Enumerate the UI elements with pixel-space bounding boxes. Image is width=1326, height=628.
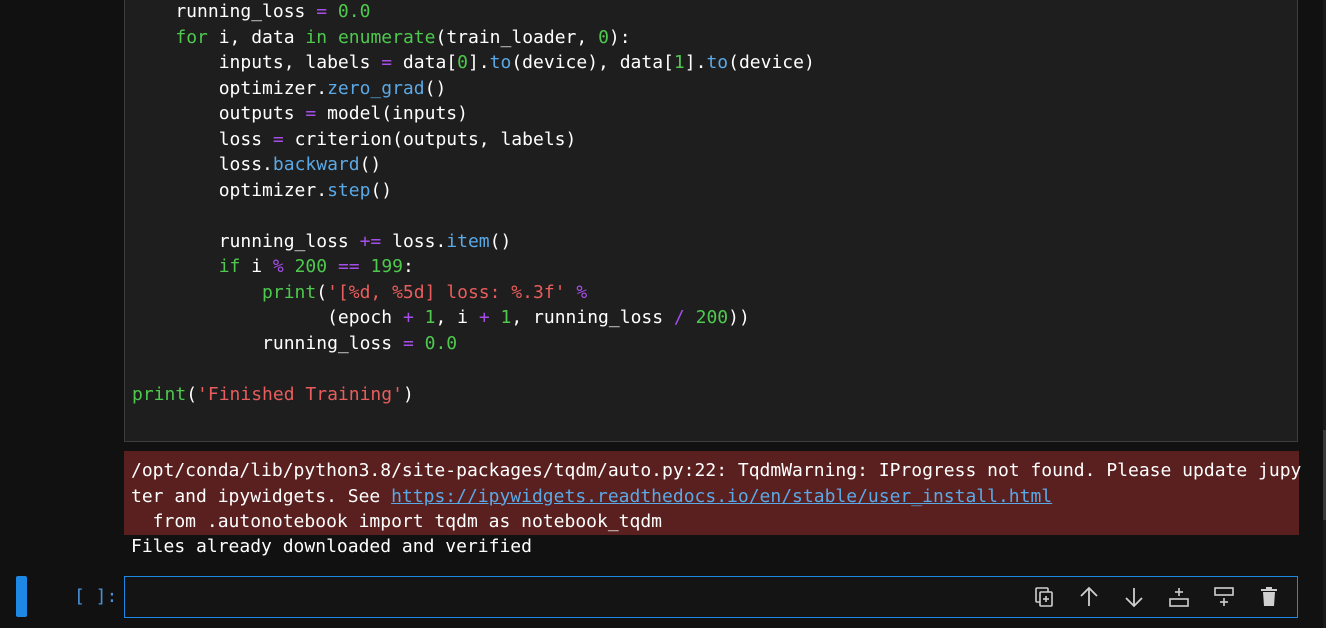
code-line: optimizer.step(): [132, 179, 393, 201]
duplicate-icon: [1035, 587, 1053, 607]
code-line: (epoch + 1, i + 1, running_loss / 200)): [132, 307, 750, 328]
code-line: running_loss = 0.0: [132, 1, 371, 22]
code-line: print('[%d, %5d] loss: %.3f' %: [262, 281, 588, 303]
code-line: running_loss += loss.item(): [132, 230, 512, 252]
trash-icon: [1261, 587, 1277, 606]
arrow-up-icon: [1080, 586, 1098, 606]
stderr-line: /opt/conda/lib/python3.8/site-packages/t…: [131, 460, 1302, 481]
delete-cell-button[interactable]: [1255, 583, 1283, 611]
move-down-button[interactable]: [1120, 583, 1148, 611]
cell-toolbar: [1030, 583, 1283, 611]
code-line: inputs, labels = data[0].to(device), dat…: [132, 52, 815, 73]
arrow-down-icon: [1125, 588, 1143, 608]
notebook-page: running_loss = 0.0 for i, data in enumer…: [0, 0, 1326, 628]
insert-below-icon: [1214, 587, 1234, 606]
stderr-line: ter and ipywidgets. See: [131, 485, 392, 507]
duplicate-cell-button[interactable]: [1030, 583, 1058, 611]
code-line: for i, data in enumerate(train_loader, 0…: [175, 26, 631, 48]
code-line: optimizer.zero_grad(): [132, 77, 447, 99]
install-docs-link[interactable]: https://ipywidgets.readthedocs.io/en/sta…: [391, 486, 1052, 507]
stdout-output: Files already downloaded and verified: [131, 536, 532, 557]
code-line: loss.backward(): [132, 154, 382, 175]
insert-below-button[interactable]: [1210, 583, 1238, 611]
code-editor[interactable]: running_loss = 0.0 for i, data in enumer…: [132, 0, 815, 407]
code-line: running_loss = 0.0: [132, 332, 458, 354]
stderr-output: /opt/conda/lib/python3.8/site-packages/t…: [124, 451, 1302, 535]
empty-code-cell[interactable]: [124, 576, 1298, 618]
code-line: if i % 200 == 199:: [218, 256, 414, 277]
cell-prompt: [ ]:: [74, 586, 118, 607]
insert-above-button[interactable]: [1165, 583, 1193, 611]
code-cell[interactable]: running_loss = 0.0 for i, data in enumer…: [124, 0, 1298, 442]
stderr-line: from .autonotebook import tqdm as notebo…: [131, 511, 663, 532]
insert-above-icon: [1169, 588, 1189, 607]
code-line: print('Finished Training'): [132, 383, 414, 405]
code-line: loss = criterion(outputs, labels): [132, 128, 577, 150]
code-line: outputs = model(inputs): [132, 103, 468, 124]
active-cell-indicator[interactable]: [16, 576, 27, 617]
move-up-button[interactable]: [1075, 583, 1103, 611]
